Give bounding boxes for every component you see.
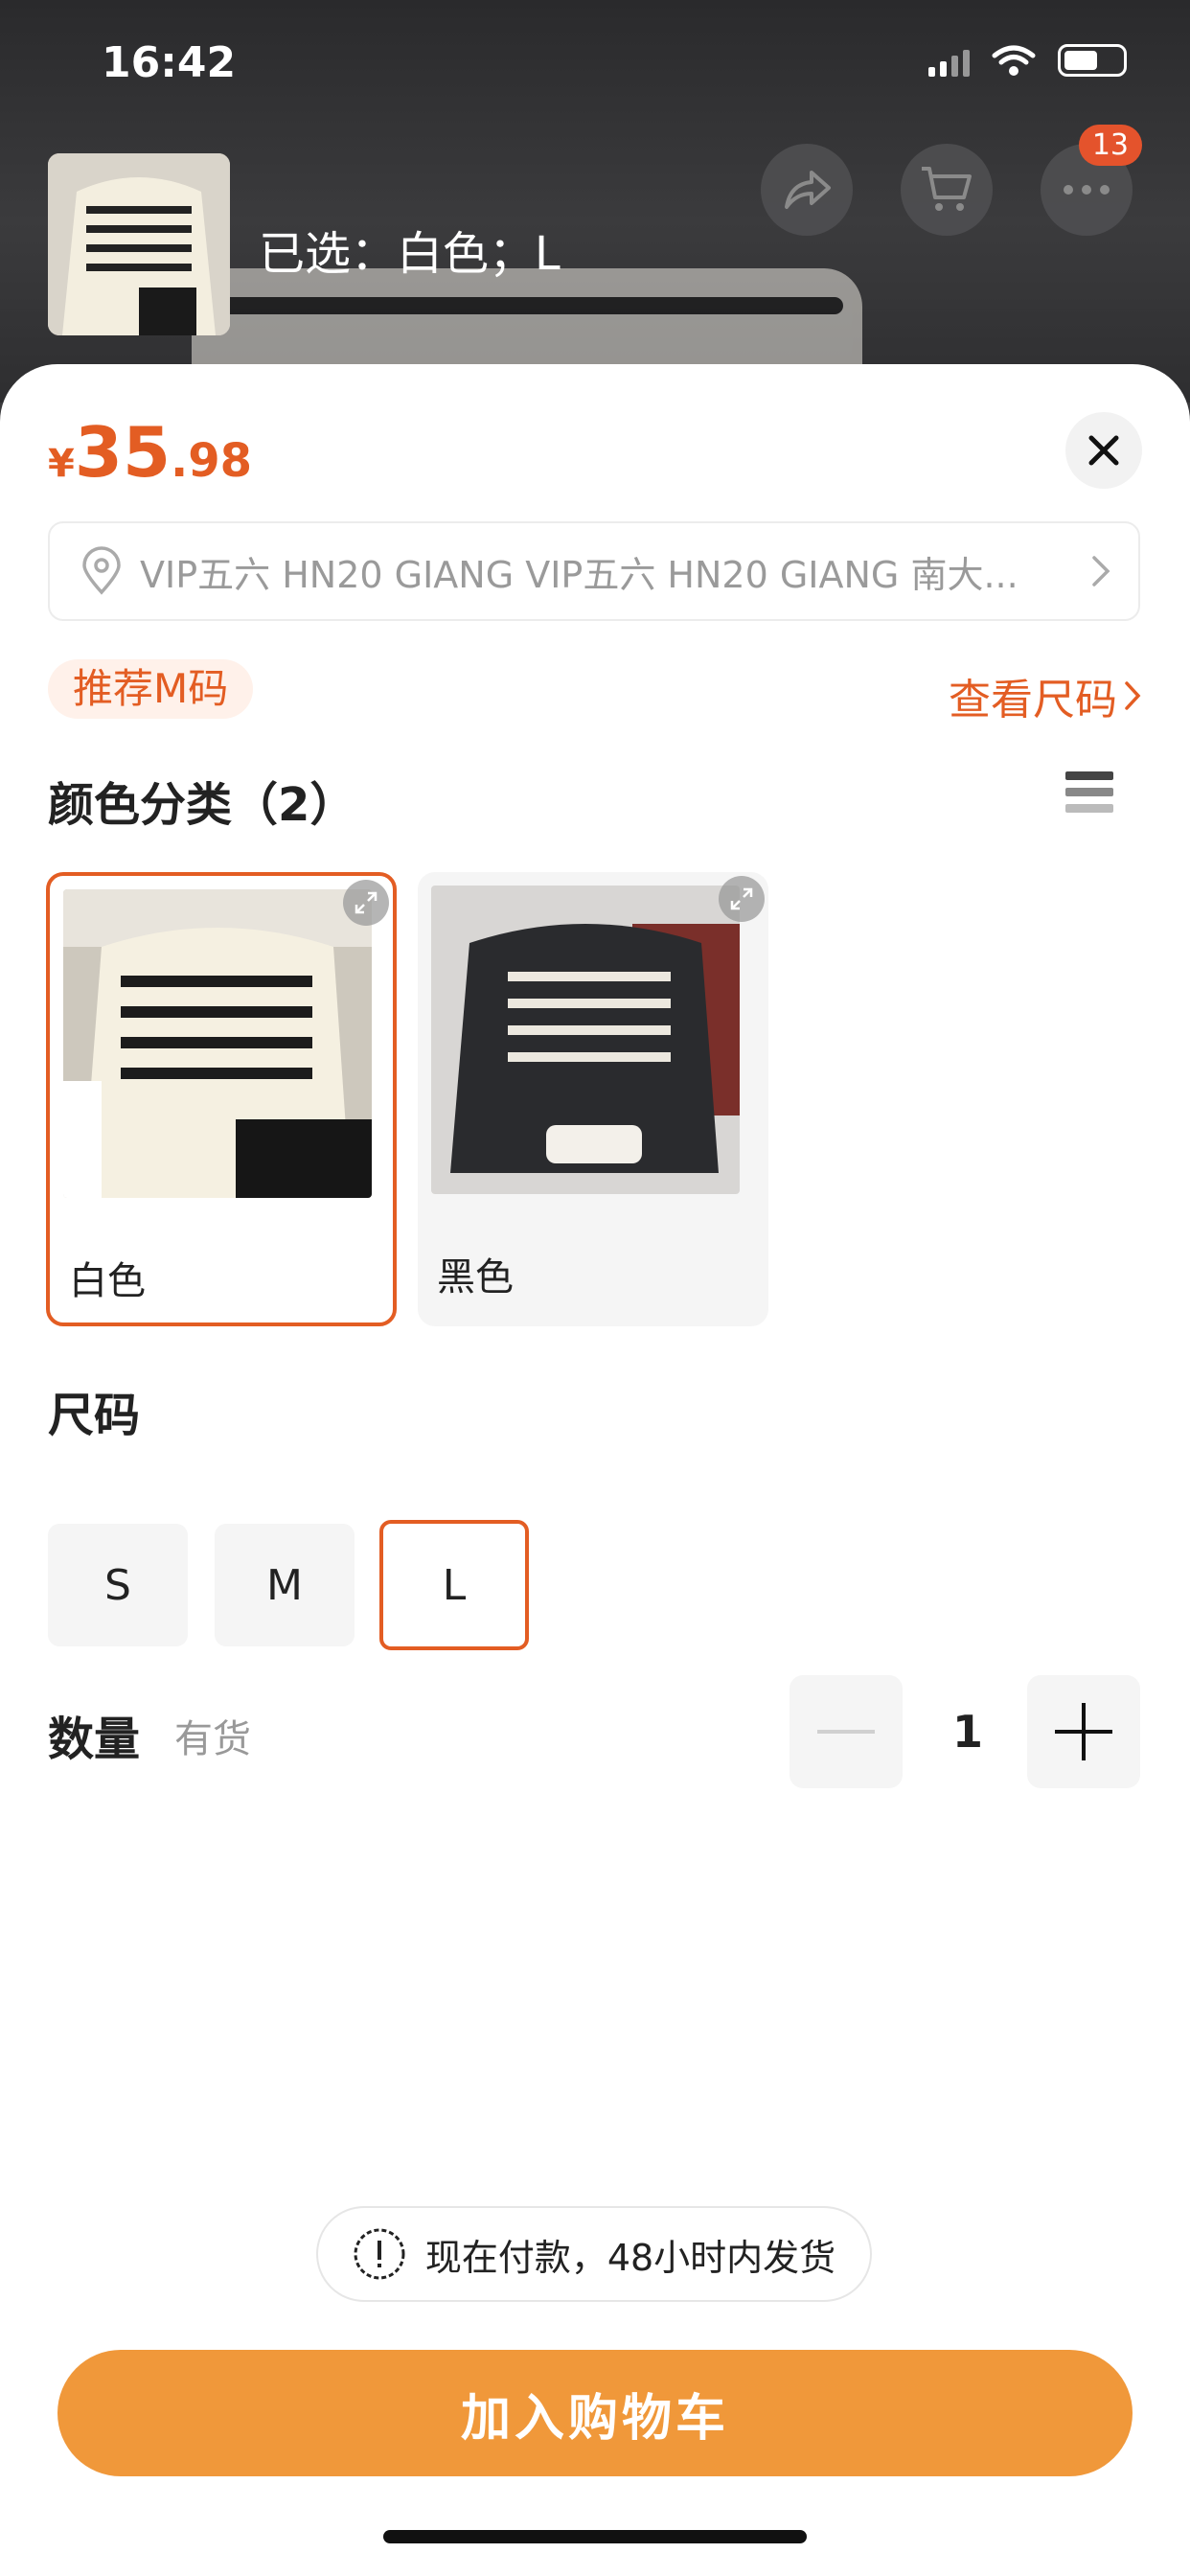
shipping-notice-text: 现在付款，48小时内发货 (424, 2236, 836, 2279)
status-icons (928, 44, 1127, 77)
chevron-right-icon (1125, 681, 1141, 710)
price-integer: 35 (74, 412, 172, 493)
plus-icon (1055, 1703, 1112, 1760)
top-actions: 13 (761, 125, 1142, 236)
add-to-cart-button[interactable]: 加入购物车 (57, 2350, 1133, 2476)
share-button[interactable] (761, 144, 853, 236)
price-decimal: .98 (171, 434, 253, 488)
stock-status: 有货 (174, 1717, 251, 1761)
color-option-label: 白色 (69, 1259, 146, 1303)
status-bar: 16:42 (0, 29, 1190, 105)
size-option-l[interactable]: L (379, 1520, 529, 1650)
size-section-title: 尺码 (48, 1389, 141, 1442)
expand-icon (730, 887, 753, 910)
shipping-address-selector[interactable]: VIP五六 HN20 GIANG VIP五六 HN20 GIANG 南大... (48, 521, 1140, 621)
increase-quantity-button[interactable] (1027, 1675, 1140, 1788)
close-button[interactable] (1065, 412, 1142, 489)
price: ¥35.98 (48, 412, 252, 493)
color-option-label: 黑色 (437, 1255, 514, 1300)
battery-icon (1058, 44, 1127, 77)
selected-variant-thumbnail[interactable] (48, 153, 230, 335)
color-section-title: 颜色分类（2） (48, 778, 356, 832)
size-guide-link[interactable]: 查看尺码 (949, 665, 1142, 726)
decrease-quantity-button[interactable] (790, 1675, 903, 1788)
chevron-right-icon (1092, 556, 1110, 586)
size-option-s[interactable]: S (48, 1524, 188, 1646)
currency-symbol: ¥ (48, 442, 75, 486)
color-option-white[interactable]: 白色 (46, 872, 397, 1326)
cart-count-badge: 13 (1078, 125, 1142, 166)
more-button[interactable]: 13 (1041, 125, 1142, 236)
selected-variant-text: 已选：白色；L (259, 227, 561, 281)
wifi-icon (992, 45, 1036, 76)
share-icon (785, 171, 831, 209)
signal-icon (928, 44, 970, 77)
quantity-title: 数量 (48, 1713, 141, 1766)
status-time: 16:42 (102, 38, 237, 87)
home-indicator (383, 2530, 807, 2543)
list-view-toggle-icon[interactable] (1065, 771, 1113, 817)
shipping-notice: 现在付款，48小时内发货 (316, 2206, 872, 2302)
exclamation-icon (354, 2228, 405, 2280)
black-sweater-image (431, 886, 740, 1194)
minus-icon (817, 1730, 875, 1734)
expand-image-button[interactable] (719, 876, 765, 922)
white-sweater-image (63, 889, 372, 1198)
quantity-value: 1 (951, 1706, 983, 1758)
color-option-black[interactable]: 黑色 (418, 872, 768, 1326)
more-icon (1064, 185, 1110, 195)
recommended-size-tag[interactable]: 推荐M码 (48, 659, 254, 719)
cart-button[interactable] (901, 144, 993, 236)
sku-selection-sheet: ¥35.98 VIP五六 HN20 GIANG VIP五六 HN20 GIANG… (0, 364, 1190, 2576)
size-option-m[interactable]: M (215, 1524, 355, 1646)
shipping-address-text: VIP五六 HN20 GIANG VIP五六 HN20 GIANG 南大... (140, 553, 1018, 596)
expand-icon (355, 891, 378, 914)
location-pin-icon (82, 546, 121, 595)
cart-icon (922, 167, 972, 211)
white-sweater-thumbnail-image (48, 153, 230, 335)
expand-image-button[interactable] (343, 880, 389, 926)
size-guide-label: 查看尺码 (949, 676, 1117, 724)
close-icon (1088, 435, 1119, 466)
